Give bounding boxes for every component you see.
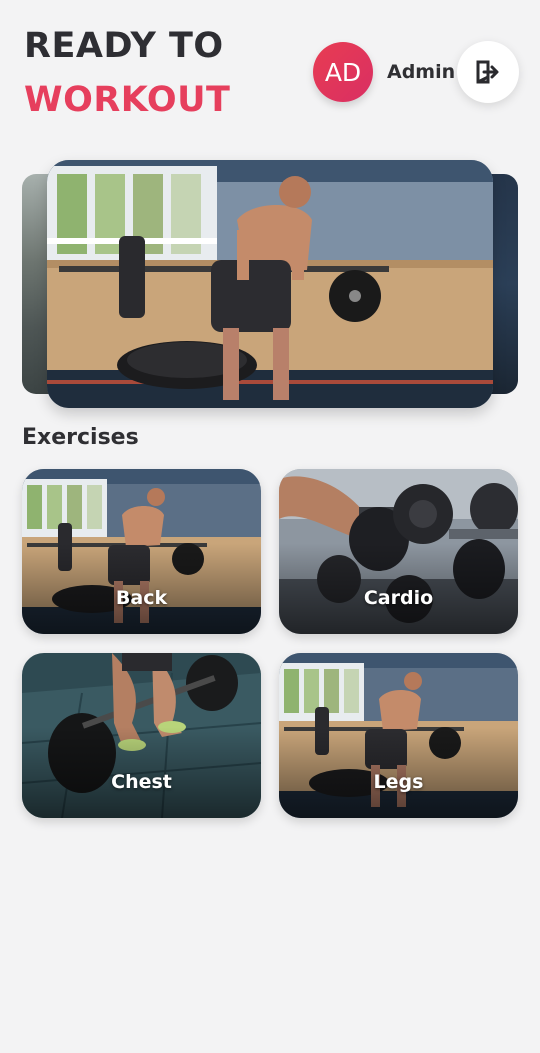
carousel-slide[interactable] [47, 160, 493, 408]
exercise-card-label: Chest [111, 771, 172, 793]
exercise-card-label: Cardio [363, 587, 434, 609]
user-name[interactable]: Admin [387, 61, 455, 83]
exercise-card-legs[interactable]: Legs [279, 653, 518, 818]
avatar[interactable]: AD [313, 42, 373, 102]
exercises-heading: Exercises [22, 425, 139, 450]
home-screen: READY TO WORKOUT AD Admin Exercises Back… [0, 0, 540, 1053]
featured-carousel[interactable] [0, 160, 540, 410]
exercise-card-label: Legs [373, 771, 424, 793]
logout-button[interactable] [457, 41, 519, 103]
exercise-card-back[interactable]: Back [22, 469, 261, 634]
barbell-row-photo [47, 160, 493, 408]
exercise-card-chest[interactable]: Chest [22, 653, 261, 818]
card-gradient [279, 653, 518, 818]
logout-icon [476, 60, 499, 84]
exercise-card-label: Back [115, 587, 168, 609]
carousel-next-slide[interactable] [490, 174, 518, 394]
card-gradient [22, 653, 261, 818]
title-line-1: READY TO [24, 26, 224, 66]
exercise-grid: Back Cardio Chest Legs [22, 469, 518, 819]
card-gradient [279, 469, 518, 634]
title-line-2: WORKOUT [24, 80, 231, 120]
page-title: READY TO WORKOUT [24, 26, 230, 120]
card-gradient [22, 469, 261, 634]
exercise-card-cardio[interactable]: Cardio [279, 469, 518, 634]
